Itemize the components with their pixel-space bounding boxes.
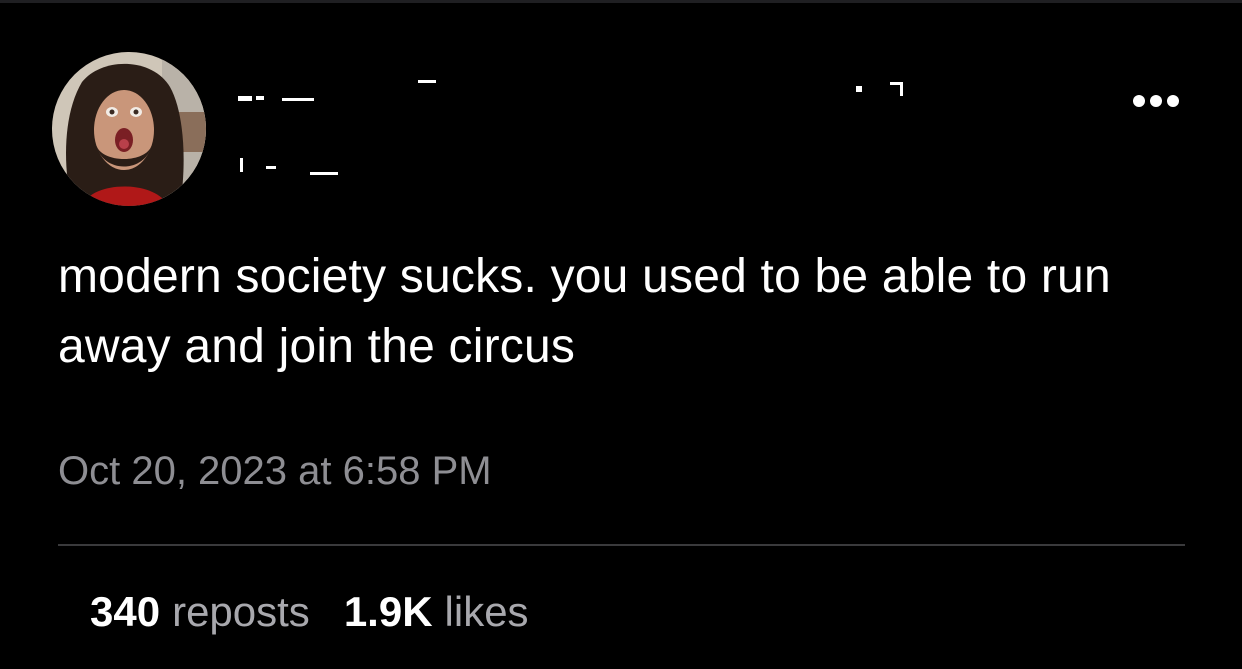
- post-text: modern society sucks. you used to be abl…: [58, 250, 1111, 373]
- likes-count: 1.9K: [343, 588, 433, 635]
- redaction-mark: [310, 172, 338, 175]
- redaction-mark: [266, 166, 276, 169]
- avatar[interactable]: [52, 52, 206, 206]
- redaction-mark: [282, 98, 314, 101]
- avatar-image: [52, 52, 206, 206]
- redaction-mark: [856, 86, 862, 92]
- redaction-mark: [418, 80, 436, 83]
- reposts-count: 340: [90, 588, 161, 635]
- redaction-mark: [900, 82, 903, 96]
- likes-label: likes: [444, 588, 529, 635]
- more-options-button[interactable]: [1124, 88, 1188, 114]
- engagement-stats: 340 reposts 1.9K likes: [90, 584, 529, 640]
- top-border: [0, 0, 1242, 3]
- more-horizontal-icon: [1133, 95, 1179, 107]
- author-info-redacted: [236, 78, 936, 188]
- divider: [58, 544, 1185, 546]
- reposts-stat[interactable]: 340 reposts: [90, 584, 310, 640]
- likes-stat[interactable]: 1.9K likes: [344, 584, 529, 640]
- redaction-mark: [240, 158, 243, 172]
- post-timestamp[interactable]: Oct 20, 2023 at 6:58 PM: [58, 446, 492, 496]
- redaction-mark: [238, 96, 252, 101]
- redaction-mark: [256, 96, 264, 100]
- reposts-label: reposts: [172, 588, 310, 635]
